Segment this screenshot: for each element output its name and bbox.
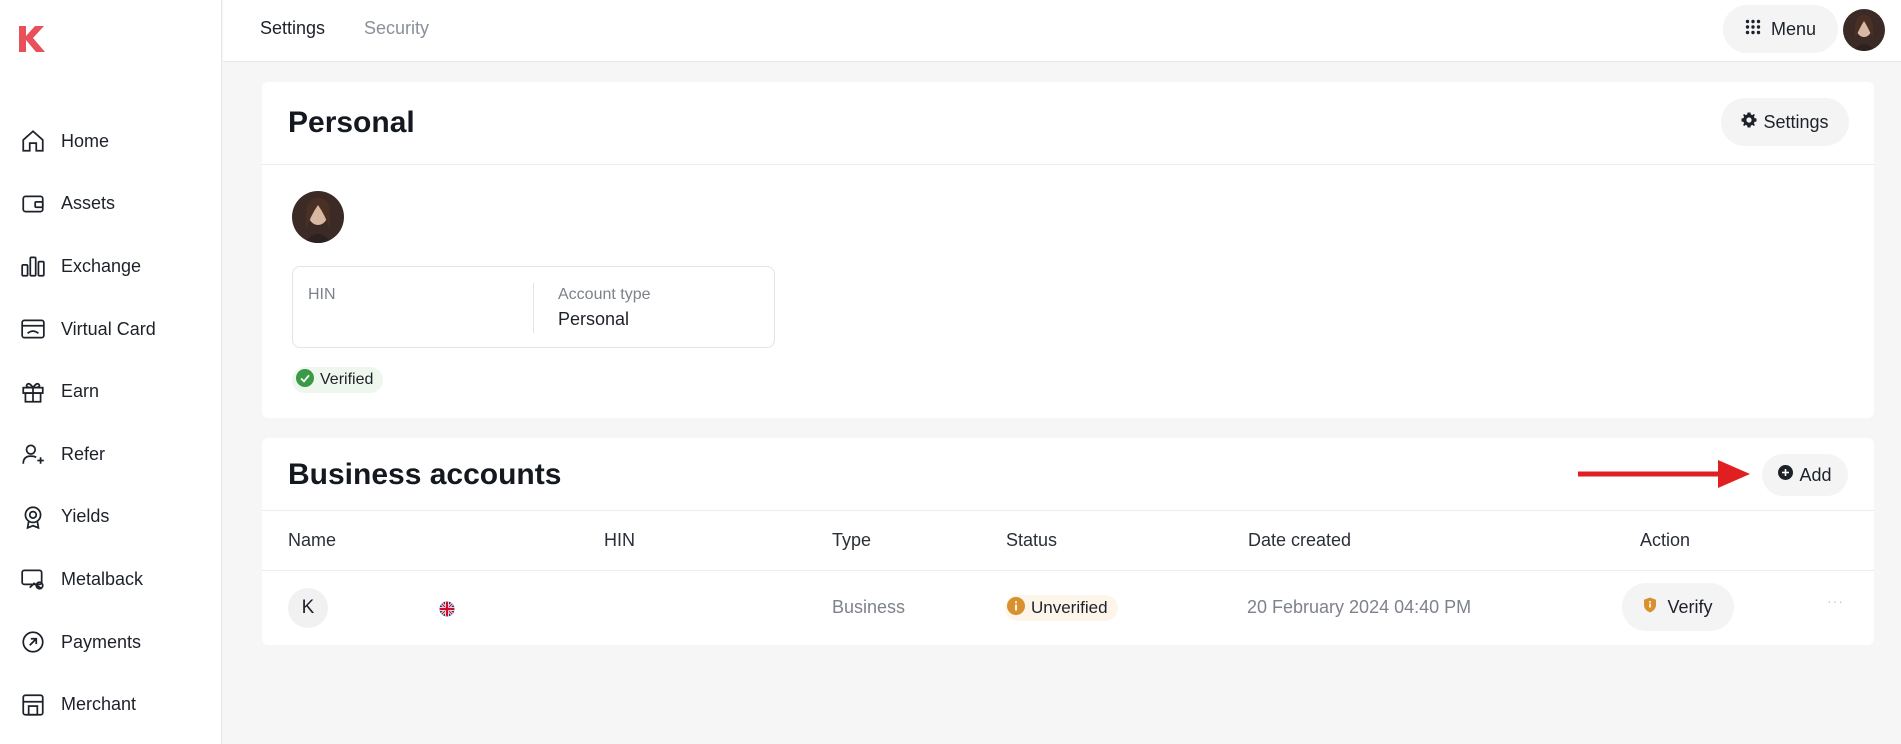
user-plus-icon [20,441,46,467]
badge-icon [20,504,46,530]
grid-icon [1745,19,1761,40]
account-info-box: HIN Account type Personal [292,266,775,348]
info-icon [1007,596,1025,620]
divider [533,283,534,333]
status-badge: Verified [292,367,384,393]
sidebar-item-label: Payments [61,631,142,652]
sidebar: Home Assets Exchange Virtual Card Earn R… [0,0,222,744]
sidebar-item-payments[interactable]: Payments [0,611,222,674]
sidebar-item-label: Assets [61,193,116,214]
column-header-action: Action [1640,530,1691,550]
column-header-type: Type [832,530,872,550]
gift-icon [20,379,46,405]
add-button[interactable]: Add [1762,454,1848,496]
annotation-arrow-icon [1578,458,1750,490]
gear-icon [1741,112,1757,133]
sidebar-nav: Home Assets Exchange Virtual Card Earn R… [0,110,222,736]
more-options-icon[interactable]: ··· [1827,593,1844,609]
column-header-hin: HIN [604,530,635,550]
table-row[interactable]: K Business Unverified 20 February 2024 0… [262,571,1874,645]
uk-flag-icon [439,601,455,617]
settings-button-label: Settings [1763,111,1829,132]
column-header-name: Name [288,530,337,550]
settings-button[interactable]: Settings [1721,98,1849,146]
type-cell: Business [832,597,906,617]
payments-icon [20,629,46,655]
hin-label: HIN [308,286,336,303]
wallet-icon [20,191,46,217]
add-button-label: Add [1799,464,1832,485]
account-initial-avatar: K [288,588,328,628]
page-title: Personal [288,106,415,139]
section-title: Business accounts [288,458,562,491]
tab-security[interactable]: Security [364,18,429,39]
tab-settings[interactable]: Settings [260,18,325,39]
shield-icon [1643,597,1657,618]
column-header-status: Status [1006,530,1058,550]
top-bar: Settings Security Menu [223,0,1901,62]
menu-button[interactable]: Menu [1723,5,1838,53]
card-icon [20,316,46,342]
sidebar-item-metalback[interactable]: Metalback [0,548,222,611]
personal-card-header: Personal Settings [262,82,1874,165]
sidebar-item-label: Metalback [61,568,144,589]
sidebar-item-exchange[interactable]: Exchange [0,235,222,298]
sidebar-item-refer[interactable]: Refer [0,423,222,486]
status-label: Unverified [1031,598,1108,617]
sidebar-item-virtual-card[interactable]: Virtual Card [0,298,222,361]
sidebar-item-label: Earn [61,381,100,402]
account-type-value: Personal [558,309,630,329]
account-type-label: Account type [558,286,651,303]
status-badge: Unverified [1005,595,1118,621]
menu-label: Menu [1770,18,1817,39]
sidebar-item-label: Home [61,130,110,151]
sidebar-item-merchant[interactable]: Merchant [0,673,222,736]
sidebar-item-earn[interactable]: Earn [0,360,222,423]
exchange-bars-icon [20,253,46,279]
sidebar-item-assets[interactable]: Assets [0,173,222,236]
sidebar-item-label: Refer [61,443,106,464]
metalback-icon [20,566,46,592]
date-created-cell: 20 February 2024 04:40 PM [1247,597,1472,617]
verified-label: Verified [320,371,374,388]
plus-circle-icon [1778,465,1794,485]
sidebar-item-yields[interactable]: Yields [0,486,222,549]
verify-button[interactable]: Verify [1622,583,1734,631]
verify-button-label: Verify [1667,596,1713,617]
column-header-date-created: Date created [1248,530,1352,550]
home-icon [20,128,46,154]
sidebar-item-home[interactable]: Home [0,110,222,173]
personal-card: Personal Settings HIN Account type Perso… [262,82,1874,418]
sidebar-item-label: Exchange [61,255,142,276]
table-header: Name HIN Type Status Date created Action [262,511,1874,571]
profile-avatar [292,191,344,243]
sidebar-item-label: Merchant [61,694,137,715]
sidebar-item-label: Virtual Card [61,318,156,339]
store-icon [20,692,46,718]
k-logo-icon[interactable] [16,22,48,54]
avatar[interactable] [1843,9,1885,51]
check-circle-icon [296,368,314,392]
sidebar-item-label: Yields [61,506,110,527]
